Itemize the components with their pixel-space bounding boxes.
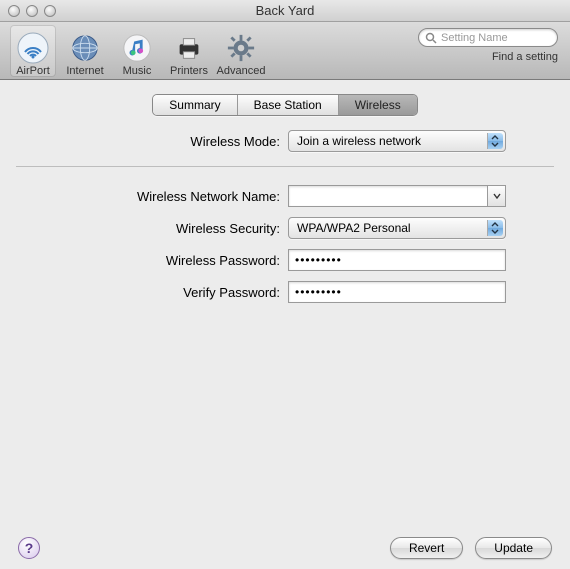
security-label: Wireless Security:: [16, 221, 288, 236]
revert-button[interactable]: Revert: [390, 537, 463, 559]
toolbar: AirPort Internet: [0, 22, 570, 80]
help-icon: ?: [25, 540, 34, 556]
window-title: Back Yard: [0, 3, 570, 18]
close-window-button[interactable]: [8, 5, 20, 17]
toolbar-item-airport[interactable]: AirPort: [10, 25, 56, 77]
traffic-lights: [0, 5, 56, 17]
security-value: WPA/WPA2 Personal: [297, 221, 411, 235]
search-icon: [425, 32, 437, 44]
toolbar-item-label: Printers: [170, 65, 208, 77]
password-label: Wireless Password:: [16, 253, 288, 268]
minimize-window-button[interactable]: [26, 5, 38, 17]
network-name-label: Wireless Network Name:: [16, 189, 288, 204]
tab-segmented-control: Summary Base Station Wireless: [152, 94, 417, 116]
toolbar-item-label: Music: [123, 65, 152, 77]
airport-icon: [16, 31, 50, 65]
password-field[interactable]: [288, 249, 506, 271]
title-bar: Back Yard: [0, 0, 570, 22]
tab-summary[interactable]: Summary: [153, 95, 237, 115]
wireless-mode-popup[interactable]: Join a wireless network: [288, 130, 506, 152]
zoom-window-button[interactable]: [44, 5, 56, 17]
verify-password-label: Verify Password:: [16, 285, 288, 300]
toolbar-item-label: AirPort: [16, 65, 50, 77]
tab-base-station[interactable]: Base Station: [238, 95, 339, 115]
gear-icon: [224, 31, 258, 65]
find-setting-label: Find a setting: [492, 51, 558, 63]
security-popup[interactable]: WPA/WPA2 Personal: [288, 217, 506, 239]
wireless-mode-label: Wireless Mode:: [16, 134, 288, 149]
toolbar-item-label: Internet: [66, 65, 103, 77]
toolbar-item-label: Advanced: [217, 65, 266, 77]
update-button[interactable]: Update: [475, 537, 552, 559]
password-input[interactable]: [295, 253, 499, 267]
globe-icon: [68, 31, 102, 65]
network-name-combo[interactable]: [288, 185, 506, 207]
toolbar-item-internet[interactable]: Internet: [62, 25, 108, 77]
content-pane: Summary Base Station Wireless Wireless M…: [0, 80, 570, 525]
toolbar-item-music[interactable]: Music: [114, 25, 160, 77]
verify-password-field[interactable]: [288, 281, 506, 303]
printer-icon: [172, 31, 206, 65]
divider: [16, 166, 554, 167]
wireless-mode-value: Join a wireless network: [297, 134, 421, 148]
tab-wireless[interactable]: Wireless: [339, 95, 417, 115]
music-icon: [120, 31, 154, 65]
search-field[interactable]: [418, 28, 558, 47]
toolbar-item-advanced[interactable]: Advanced: [218, 25, 264, 77]
footer: ? Revert Update: [0, 525, 570, 569]
toolbar-item-printers[interactable]: Printers: [166, 25, 212, 77]
help-button[interactable]: ?: [18, 537, 40, 559]
verify-password-input[interactable]: [295, 285, 499, 299]
chevron-down-icon[interactable]: [487, 186, 505, 206]
search-input[interactable]: [441, 32, 551, 44]
